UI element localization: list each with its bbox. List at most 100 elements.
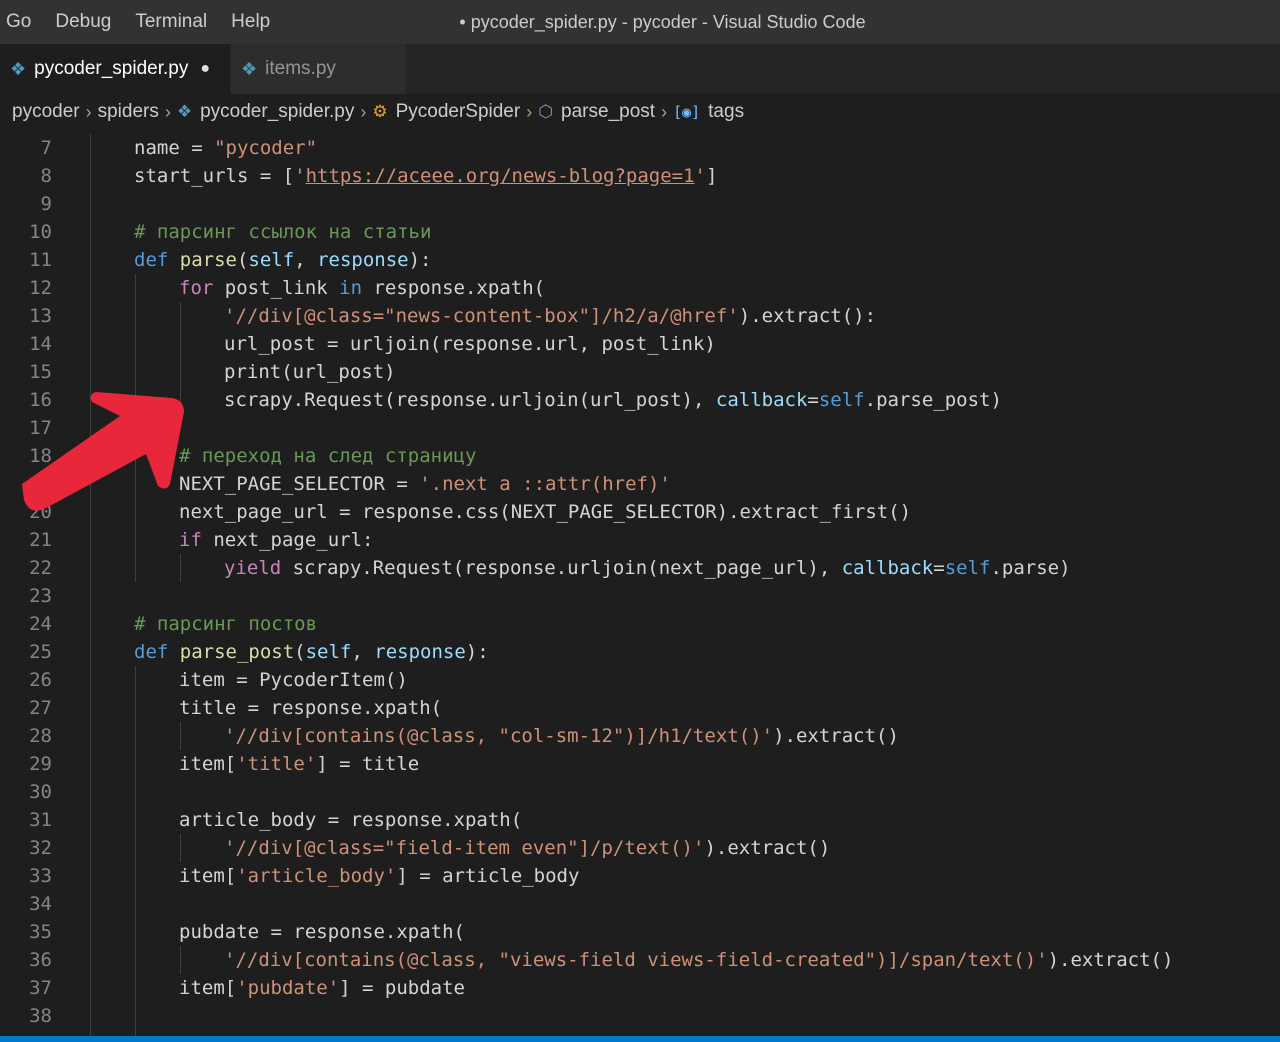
indent-guide: [135, 834, 136, 862]
menu-go[interactable]: Go: [0, 0, 43, 44]
code-text: scrapy.Request(response.urljoin(url_post…: [224, 386, 1002, 414]
code-token: NEXT_PAGE_SELECTOR =: [179, 473, 420, 495]
code-text: item['article_body'] = article_body: [179, 862, 579, 890]
indent-guide: [135, 890, 136, 918]
menu-help[interactable]: Help: [219, 0, 282, 44]
code-line[interactable]: 30: [0, 778, 1280, 806]
indent-guide: [135, 918, 136, 946]
line-number: 30: [29, 781, 52, 803]
indent-guide: [90, 1002, 91, 1030]
code-text: if next_page_url:: [179, 526, 373, 554]
line-number: 29: [29, 753, 52, 775]
breadcrumb-pycoder[interactable]: pycoder: [12, 101, 80, 123]
code-token: '//div[contains(@class, "views-field vie…: [224, 949, 1048, 971]
tab-label: items.py: [265, 58, 336, 79]
code-line[interactable]: 11 def parse(self, response):: [0, 246, 1280, 274]
code-editor[interactable]: 7 name = "pycoder" 8 start_urls = ['https:/…: [0, 130, 1280, 1038]
code-line[interactable]: 9: [0, 190, 1280, 218]
code-token: .parse_post): [864, 389, 1002, 411]
method-icon: ⬡: [538, 102, 554, 121]
code-line[interactable]: 27 title = response.xpath(: [0, 694, 1280, 722]
code-text: NEXT_PAGE_SELECTOR = '.next a ::attr(hre…: [179, 470, 671, 498]
code-line[interactable]: 24 # парсинг постов: [0, 610, 1280, 638]
code-line[interactable]: 23: [0, 582, 1280, 610]
code-token: (: [236, 249, 249, 271]
code-line[interactable]: 26 item = PycoderItem(): [0, 666, 1280, 694]
code-token: item = PycoderItem(): [179, 669, 408, 691]
code-token: article_body = response.xpath(: [179, 809, 523, 831]
code-token: '.next a ::attr(href)': [419, 473, 671, 495]
code-token: # парсинг постов: [134, 613, 318, 635]
code-token: ).extract():: [738, 305, 877, 327]
breadcrumb-class[interactable]: PycoderSpider: [396, 101, 521, 123]
code-line[interactable]: 36 '//div[contains(@class, "views-field v…: [0, 946, 1280, 974]
menu-terminal[interactable]: Terminal: [123, 0, 219, 44]
tab-pycoder-spider[interactable]: ❖ pycoder_spider.py ●: [0, 44, 231, 94]
tab-items[interactable]: ❖ items.py: [231, 44, 406, 94]
code-line[interactable]: 31 article_body = response.xpath(: [0, 806, 1280, 834]
code-line[interactable]: 25 def parse_post(self, response):: [0, 638, 1280, 666]
code-token: ).extract(): [704, 837, 831, 859]
breadcrumb-spiders[interactable]: spiders: [98, 101, 159, 123]
code-line[interactable]: 35 pubdate = response.xpath(: [0, 918, 1280, 946]
code-text: article_body = response.xpath(: [179, 806, 522, 834]
code-token: for: [179, 277, 225, 299]
code-text: yield scrapy.Request(response.urljoin(ne…: [224, 554, 1071, 582]
line-number: 11: [29, 249, 52, 271]
code-token: self: [248, 249, 295, 271]
code-token: ).extract(): [773, 725, 899, 747]
code-token: def: [134, 641, 180, 663]
indent-guide: [180, 330, 181, 358]
code-line[interactable]: 28 '//div[contains(@class, "col-sm-12")]/…: [0, 722, 1280, 750]
field-icon: [◉]: [673, 103, 701, 121]
indent-guide: [90, 974, 91, 1002]
code-line[interactable]: 32 '//div[@class="field-item even"]/p/tex…: [0, 834, 1280, 862]
code-token: start_urls = [: [134, 165, 295, 187]
code-text: '//div[@class="field-item even"]/p/text(…: [224, 834, 830, 862]
code-line[interactable]: 37 item['pubdate'] = pubdate: [0, 974, 1280, 1002]
code-line[interactable]: 13 '//div[@class="news-content-box"]/h2/a…: [0, 302, 1280, 330]
code-line[interactable]: 21 if next_page_url:: [0, 526, 1280, 554]
indent-guide: [135, 974, 136, 1002]
code-line[interactable]: 14 url_post = urljoin(response.url, post_…: [0, 330, 1280, 358]
code-token: # переход на след страницу: [179, 445, 477, 467]
code-line[interactable]: 7 name = "pycoder": [0, 134, 1280, 162]
unsaved-dot-icon[interactable]: ●: [200, 60, 210, 78]
code-token: https://aceee.org/news-blog?page=1: [305, 165, 695, 187]
code-token: next_page_url = response.css(NEXT_PAGE_S…: [179, 501, 912, 523]
line-number: 10: [29, 221, 52, 243]
code-line[interactable]: 33 item['article_body'] = article_body: [0, 862, 1280, 890]
code-line[interactable]: 12 for post_link in response.xpath(: [0, 274, 1280, 302]
line-number: 23: [29, 585, 52, 607]
indent-guide: [180, 302, 181, 330]
code-line[interactable]: 29 item['title'] = title: [0, 750, 1280, 778]
code-text: next_page_url = response.css(NEXT_PAGE_S…: [179, 498, 911, 526]
code-token: ,: [351, 641, 375, 663]
line-number: 28: [29, 725, 52, 747]
indent-guide: [90, 750, 91, 778]
code-line[interactable]: 8 start_urls = ['https://aceee.org/news-b…: [0, 162, 1280, 190]
line-number: 36: [29, 949, 52, 971]
code-token: pubdate = response.xpath(: [179, 921, 465, 943]
code-token: name =: [134, 137, 215, 159]
status-bar-edge: [0, 1036, 1280, 1042]
menu-debug[interactable]: Debug: [43, 0, 123, 44]
code-line[interactable]: 22 yield scrapy.Request(response.urljoin(…: [0, 554, 1280, 582]
indent-guide: [135, 778, 136, 806]
code-line[interactable]: 10 # парсинг ссылок на статьи: [0, 218, 1280, 246]
python-file-icon: ❖: [241, 58, 258, 79]
code-token: '//div[contains(@class, "col-sm-12")]/h1…: [224, 725, 774, 747]
breadcrumb-file[interactable]: pycoder_spider.py: [200, 101, 354, 123]
code-text: def parse(self, response):: [134, 246, 431, 274]
code-text: item['pubdate'] = pubdate: [179, 974, 465, 1002]
breadcrumb-method[interactable]: parse_post: [561, 101, 655, 123]
code-line[interactable]: 38: [0, 1002, 1280, 1030]
code-token: self: [305, 641, 352, 663]
code-token: self: [944, 557, 991, 579]
breadcrumb-field[interactable]: tags: [708, 101, 744, 123]
code-token: 'pubdate': [236, 977, 340, 999]
code-line[interactable]: 34: [0, 890, 1280, 918]
indent-guide: [90, 722, 91, 750]
code-text: item = PycoderItem(): [179, 666, 408, 694]
indent-guide: [135, 694, 136, 722]
